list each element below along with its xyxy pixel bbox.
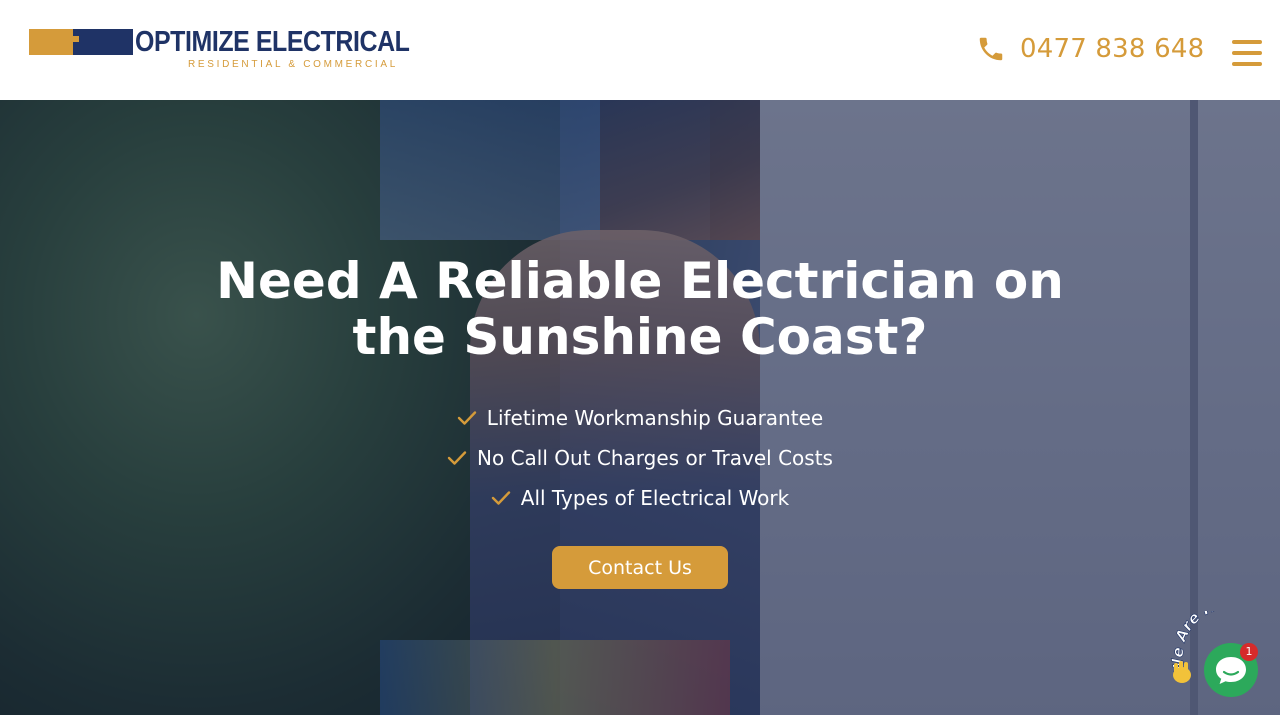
brand-tagline: RESIDENTIAL & COMMERCIAL	[188, 59, 399, 70]
brand-logo[interactable]: OPTIMIZE ELECTRICAL RESIDENTIAL & COMMER…	[29, 26, 410, 77]
logo-mark-icon	[29, 29, 133, 55]
hero-title-line-1: Need A Reliable Electrician on	[216, 252, 1064, 310]
feature-list: Lifetime Workmanship Guarantee No Call O…	[0, 398, 1280, 518]
brand-name: OPTIMIZE ELECTRICAL	[135, 26, 410, 58]
feature-item: Lifetime Workmanship Guarantee	[0, 398, 1280, 438]
chat-widget[interactable]: We Are Here! 1	[1168, 611, 1280, 715]
hero-section: Need A Reliable Electrician on the Sunsh…	[0, 100, 1280, 715]
feature-text: No Call Out Charges or Travel Costs	[477, 446, 833, 470]
waving-hand-icon	[1173, 661, 1191, 683]
phone-icon	[979, 37, 1003, 61]
hamburger-menu-icon[interactable]	[1232, 40, 1262, 66]
hero-title: Need A Reliable Electrician on the Sunsh…	[0, 253, 1280, 365]
notification-badge: 1	[1240, 643, 1258, 661]
phone-link[interactable]: 0477 838 648	[976, 34, 1204, 64]
feature-item: All Types of Electrical Work	[0, 478, 1280, 518]
feature-item: No Call Out Charges or Travel Costs	[0, 438, 1280, 478]
feature-text: Lifetime Workmanship Guarantee	[486, 406, 824, 430]
phone-number: 0477 838 648	[1020, 34, 1205, 64]
check-icon	[447, 451, 467, 465]
site-header: OPTIMIZE ELECTRICAL RESIDENTIAL & COMMER…	[0, 0, 1280, 100]
feature-text: All Types of Electrical Work	[520, 486, 790, 510]
check-icon	[491, 491, 510, 505]
hero-title-line-2: the Sunshine Coast?	[352, 308, 928, 366]
check-icon	[457, 411, 476, 425]
contact-us-button[interactable]: Contact Us	[552, 546, 728, 589]
